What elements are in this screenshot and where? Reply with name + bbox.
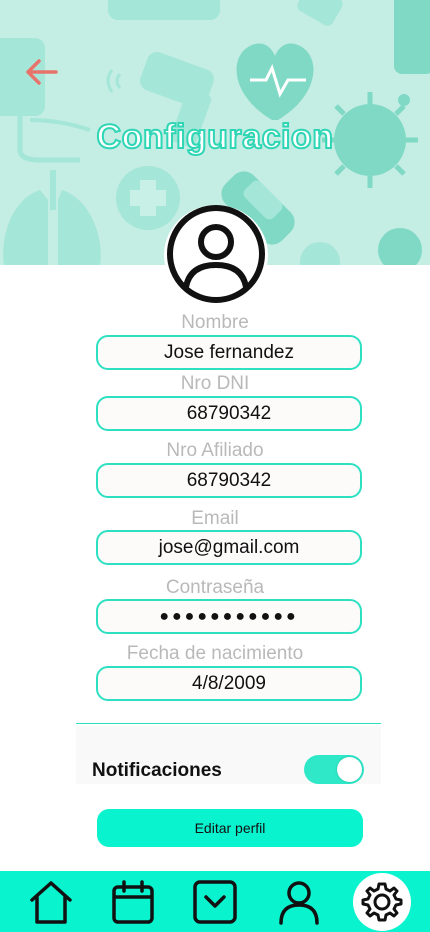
back-button[interactable] (20, 52, 62, 92)
settings-icon (361, 882, 403, 921)
birthdate-label: Fecha de nacimiento (126, 643, 304, 664)
affiliate-label: Nro Afiliado (166, 440, 264, 461)
profile-icon (279, 880, 319, 925)
toggle-knob (337, 757, 362, 782)
page-title: Configuracion (96, 117, 334, 157)
nav-inbox[interactable] (185, 871, 245, 932)
nav-profile[interactable] (269, 871, 329, 932)
bottom-nav (0, 871, 430, 932)
affiliate-field[interactable]: 68790342 (96, 463, 362, 498)
notifications-label: Notificaciones (92, 760, 222, 781)
nav-home[interactable] (21, 871, 81, 932)
calendar-icon (112, 879, 154, 924)
divider (76, 723, 381, 724)
name-label: Nombre (181, 312, 249, 333)
edit-profile-button[interactable]: Editar perfil (97, 809, 363, 847)
password-label: Contraseña (165, 577, 265, 598)
name-field[interactable]: Jose fernandez (96, 335, 362, 370)
password-field[interactable]: ●●●●●●●●●●● (96, 599, 362, 634)
active-indicator (353, 872, 411, 931)
notifications-toggle[interactable] (304, 755, 364, 784)
arrow-left-icon (26, 59, 58, 85)
dni-field[interactable]: 68790342 (96, 396, 362, 431)
home-icon (30, 880, 72, 924)
user-profile-icon (167, 205, 265, 303)
birthdate-field[interactable]: 4/8/2009 (96, 666, 362, 701)
avatar[interactable] (164, 205, 268, 305)
dni-label: Nro DNI (180, 373, 250, 394)
settings-screen: Configuracion Nombre Jose fernandez Nro … (0, 0, 430, 932)
nav-calendar[interactable] (103, 871, 163, 932)
nav-settings[interactable] (352, 871, 412, 932)
inbox-icon (193, 879, 237, 924)
email-label: Email (191, 508, 239, 529)
email-field[interactable]: jose@gmail.com (96, 530, 362, 565)
